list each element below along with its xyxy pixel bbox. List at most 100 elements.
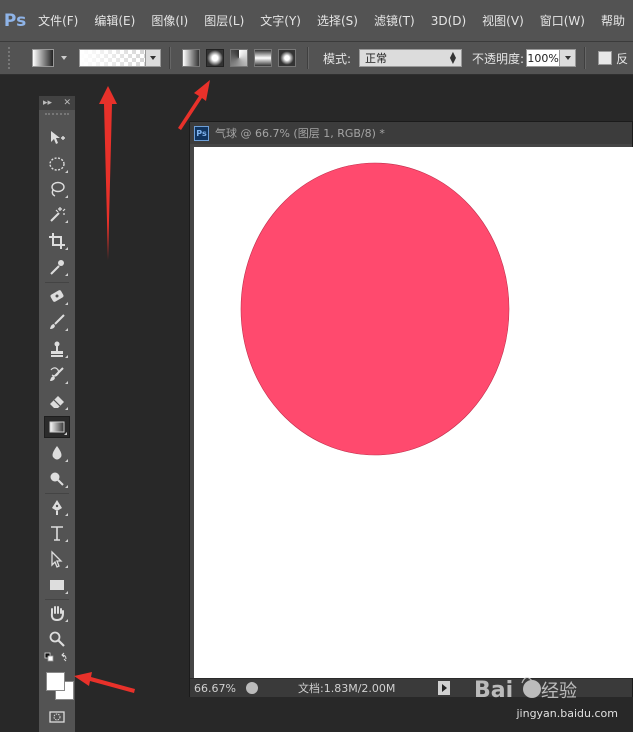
clone-stamp-tool[interactable] — [44, 338, 70, 360]
opacity-dropdown-icon[interactable] — [560, 49, 577, 67]
crop-icon — [49, 233, 65, 249]
close-icon[interactable]: ✕ — [63, 98, 71, 108]
gradient-tool[interactable] — [44, 416, 70, 438]
spinner-icon: ▲ ▼ — [449, 50, 457, 65]
opacity-input[interactable]: 100% — [526, 49, 561, 67]
tool-preset-dropdown-icon[interactable] — [61, 56, 67, 60]
menu-filter[interactable]: 滤镜(T) — [366, 12, 423, 29]
canvas[interactable] — [194, 147, 633, 678]
menu-select[interactable]: 选择(S) — [309, 12, 366, 29]
options-separator — [584, 47, 587, 69]
blur-tool[interactable] — [44, 442, 70, 464]
zoom-level[interactable]: 66.67% — [194, 682, 240, 695]
menu-help[interactable]: 帮助 — [593, 12, 633, 29]
quick-mask-button[interactable] — [44, 706, 70, 728]
reverse-checkbox[interactable] — [598, 51, 613, 65]
lasso-tool[interactable] — [44, 178, 70, 200]
mode-value: 正常 — [365, 52, 388, 65]
options-grip[interactable] — [8, 47, 14, 69]
menu-3d[interactable]: 3D(D) — [423, 14, 474, 28]
options-separator — [169, 47, 171, 69]
dodge-tool[interactable] — [44, 468, 70, 490]
ps-document-icon: Ps — [194, 125, 209, 141]
annotation-arrow-left — [74, 672, 135, 693]
menu-type[interactable]: 文字(Y) — [252, 12, 309, 29]
healing-brush-tool[interactable] — [44, 285, 70, 307]
reflected-gradient-button[interactable] — [254, 49, 272, 67]
toolbox-header[interactable]: ▸▸ ✕ — [39, 96, 75, 110]
opacity-label: 不透明度: — [472, 51, 525, 66]
document-title: 气球 @ 66.7% (图层 1, RGB/8) * — [215, 127, 385, 140]
healing-brush-icon — [50, 290, 64, 302]
eyedropper-icon — [50, 260, 64, 275]
baidu-logo: Bai 经验 — [474, 676, 577, 703]
pen-tool[interactable] — [44, 496, 70, 518]
menu-edit[interactable]: 编辑(E) — [86, 12, 143, 29]
rectangle-icon — [50, 580, 64, 590]
eraser-tool[interactable] — [44, 390, 70, 412]
status-menu-arrow-icon[interactable] — [438, 681, 450, 695]
quick-mask-icon — [49, 711, 65, 723]
watermark-url: jingyan.baidu.com — [516, 707, 618, 720]
crop-tool[interactable] — [44, 230, 70, 252]
shape-tool[interactable] — [44, 574, 70, 596]
eraser-icon — [50, 396, 64, 408]
stamp-icon — [51, 341, 63, 357]
document-window: Ps 气球 @ 66.7% (图层 1, RGB/8) * 66.67% 文档:… — [189, 121, 633, 697]
foreground-color-swatch[interactable] — [46, 672, 65, 691]
tool-preset-icon[interactable] — [32, 49, 54, 67]
history-brush-tool[interactable] — [44, 364, 70, 386]
photoshop-logo: Ps — [3, 10, 27, 31]
gradient-picker-dropdown-icon[interactable] — [145, 50, 160, 66]
path-selection-tool[interactable] — [44, 548, 70, 570]
options-bar: 模式: 正常 ▲ ▼ 不透明度: 100% 反 — [0, 42, 633, 75]
default-colors-icon[interactable] — [44, 652, 70, 666]
eyedropper-tool[interactable] — [44, 256, 70, 278]
pen-icon — [52, 500, 62, 515]
diamond-gradient-button[interactable] — [278, 49, 296, 67]
menu-layer[interactable]: 图层(L) — [196, 12, 252, 29]
balloon-circle — [240, 162, 510, 456]
menu-image[interactable]: 图像(I) — [143, 12, 196, 29]
svg-text:经验: 经验 — [541, 681, 577, 702]
hand-tool[interactable] — [44, 602, 70, 624]
type-icon — [51, 526, 63, 541]
mode-select[interactable]: 正常 ▲ ▼ — [359, 49, 463, 67]
svg-text:Bai: Bai — [474, 678, 513, 703]
move-tool[interactable] — [44, 127, 70, 149]
options-separator — [307, 47, 309, 69]
toolbox: ▸▸ ✕ — [39, 96, 75, 732]
color-swatches — [44, 668, 74, 702]
type-tool[interactable] — [44, 522, 70, 544]
blur-drop-icon — [52, 446, 62, 460]
angle-gradient-button[interactable] — [230, 49, 248, 67]
history-brush-icon — [50, 367, 64, 381]
marquee-tool[interactable] — [44, 153, 70, 175]
zoom-tool[interactable] — [44, 628, 70, 650]
lasso-icon — [51, 181, 65, 197]
magic-wand-icon — [50, 207, 66, 222]
path-select-icon — [51, 550, 63, 568]
menu-file[interactable]: 文件(F) — [30, 12, 86, 29]
move-icon — [51, 131, 65, 144]
toolbox-grip[interactable] — [45, 113, 69, 121]
brush-icon — [50, 314, 65, 329]
menu-bar: Ps 文件(F) 编辑(E) 图像(I) 图层(L) 文字(Y) 选择(S) 滤… — [0, 0, 633, 42]
document-tab[interactable]: Ps 气球 @ 66.7% (图层 1, RGB/8) * — [190, 122, 632, 144]
linear-gradient-button[interactable] — [182, 49, 200, 67]
document-size: 文档:1.83M/2.00M — [298, 682, 396, 695]
brush-tool[interactable] — [44, 311, 70, 333]
gradient-picker[interactable] — [79, 49, 161, 67]
hand-icon — [50, 606, 64, 622]
color-swap-controls — [44, 652, 70, 666]
menu-window[interactable]: 窗口(W) — [532, 12, 593, 29]
annotation-arrow-up — [99, 86, 117, 260]
zoom-icon — [49, 631, 65, 647]
status-info-icon[interactable] — [246, 682, 258, 694]
expand-icon[interactable]: ▸▸ — [43, 98, 52, 108]
magic-wand-tool[interactable] — [44, 203, 70, 225]
radial-gradient-button[interactable] — [206, 49, 224, 67]
reverse-label: 反 — [616, 51, 629, 66]
ellipse-marquee-icon — [49, 157, 65, 171]
menu-view[interactable]: 视图(V) — [474, 12, 532, 29]
